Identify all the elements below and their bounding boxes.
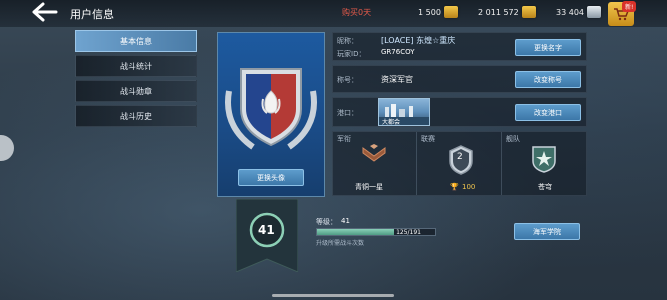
port-row: 港口： 改变港口 <box>332 97 587 127</box>
level-progress-text: 125/191 <box>396 228 421 236</box>
fleet-label: 舰队 <box>506 135 520 143</box>
port-label: 港口： <box>337 109 358 117</box>
change-avatar-button[interactable]: 更换头像 <box>238 169 304 186</box>
league-badge-number: 2 <box>457 152 463 162</box>
side-menu: 基本信息 战斗统计 战斗勋章 战斗历史 <box>75 30 197 130</box>
nickname-label: 昵称： <box>337 37 358 45</box>
menu-item-battle-stats[interactable]: 战斗统计 <box>75 55 197 77</box>
level-label: 等级： <box>316 218 337 226</box>
port-thumbnail: 大都会 <box>378 98 430 126</box>
change-name-button[interactable]: 更换名字 <box>515 39 581 56</box>
credits-resource: 2 011 572 <box>478 6 536 18</box>
rank-value: 青铜一星 <box>355 183 383 191</box>
change-title-button[interactable]: 改变称号 <box>515 71 581 88</box>
silver-resource: 33 404 <box>556 6 601 18</box>
gold-icon <box>443 6 458 18</box>
level-progress-bar: 125/191 <box>316 228 436 236</box>
level-value: 41 <box>341 217 350 225</box>
menu-item-basic-info[interactable]: 基本信息 <box>75 30 197 52</box>
new-badge: 新! <box>622 1 637 12</box>
home-indicator <box>272 294 394 297</box>
player-id-value: GR76COY <box>381 48 415 56</box>
credits-icon <box>521 6 536 18</box>
gold-value: 1 500 <box>418 7 441 17</box>
rank-chevron-icon <box>362 144 386 162</box>
silver-value: 33 404 <box>556 7 584 17</box>
title-row: 称号： 资深军官 改变称号 <box>332 65 587 93</box>
title-value: 资深军官 <box>381 75 413 84</box>
level-badge-number: 41 <box>258 223 275 237</box>
rank-label: 军衔 <box>337 135 351 143</box>
gold-resource: 1 500 <box>418 6 458 18</box>
league-label: 联赛 <box>421 135 435 143</box>
nickname-value: [LOACE] 东煌☆重庆 <box>381 36 456 45</box>
menu-item-battle-medals[interactable]: 战斗勋章 <box>75 80 197 102</box>
avatar-emblem-icon <box>225 68 317 150</box>
divider <box>501 132 502 195</box>
silver-icon <box>587 6 601 18</box>
title-label: 称号： <box>337 76 358 84</box>
menu-item-battle-history[interactable]: 战斗历史 <box>75 105 197 127</box>
port-name: 大都会 <box>382 119 401 126</box>
level-note: 升级所需战斗次数 <box>316 240 365 247</box>
divider <box>416 132 417 195</box>
change-port-button[interactable]: 改变港口 <box>515 104 581 121</box>
fleet-value: 苍穹 <box>538 183 552 191</box>
player-id-label: 玩家ID： <box>337 50 366 58</box>
side-drawer-handle[interactable] <box>0 135 14 161</box>
naval-academy-button[interactable]: 海军学院 <box>514 223 580 240</box>
league-trophy-icon: 🏆 <box>450 183 459 191</box>
page-title: 用户信息 <box>70 8 114 21</box>
credits-value: 2 011 572 <box>478 7 519 17</box>
back-arrow-icon[interactable] <box>30 1 60 23</box>
league-value: 100 <box>462 183 476 191</box>
buy-premium-link[interactable]: 购买0天 <box>342 7 371 18</box>
nickname-row: 昵称： [LOACE] 东煌☆重庆 玩家ID： GR76COY 更换名字 <box>332 32 587 61</box>
fleet-emblem-icon <box>532 146 556 173</box>
